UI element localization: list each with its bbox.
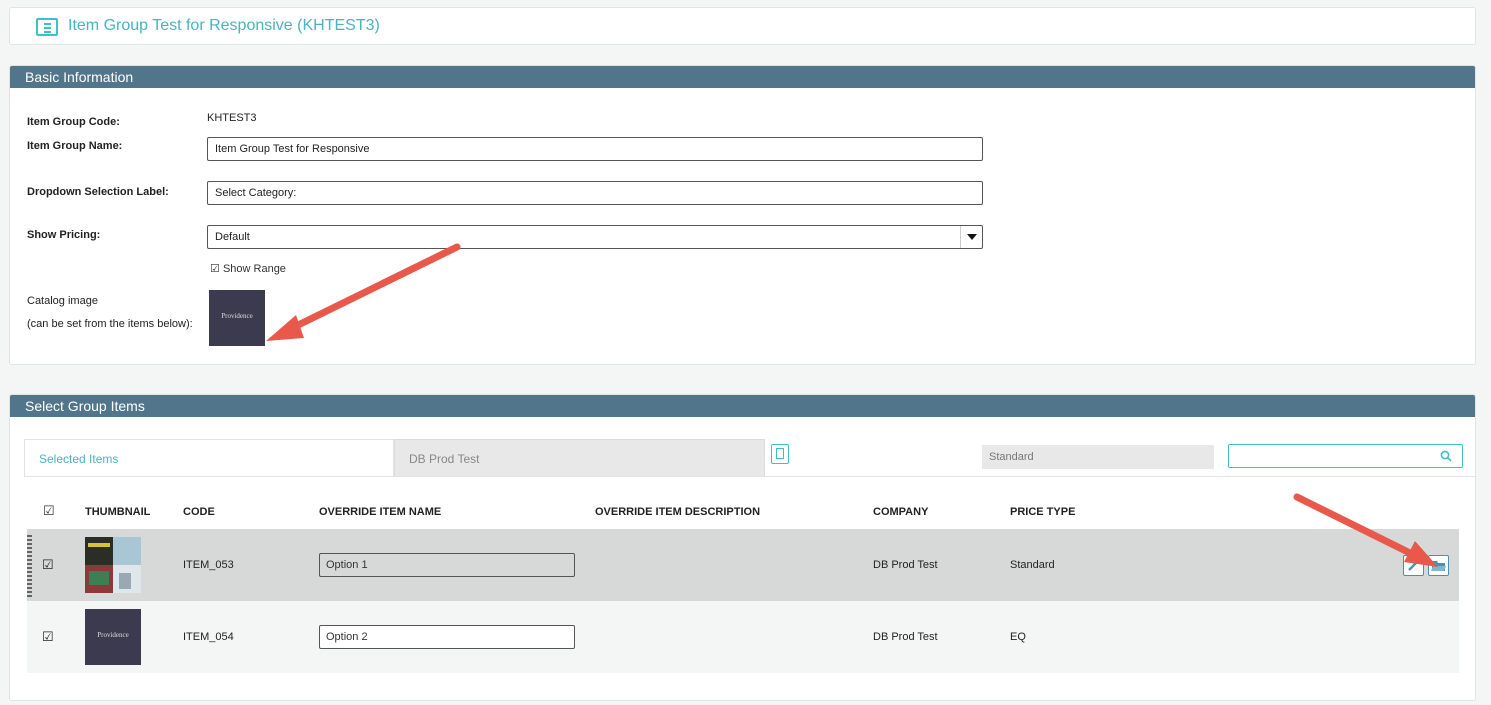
row-company: DB Prod Test	[873, 559, 938, 571]
catalog-image-note: (can be set from the items below):	[27, 318, 193, 330]
show-pricing-selected-value: Default	[215, 231, 250, 243]
override-name-input[interactable]: Option 1	[319, 553, 575, 577]
column-header-price-type: PRICE TYPE	[1010, 506, 1076, 518]
tablet-view-icon[interactable]	[771, 444, 789, 464]
price-type-filter[interactable]: Standard	[982, 445, 1214, 469]
catalog-image-label: Catalog image	[27, 295, 98, 307]
select-group-items-panel: Select Group Items Selected Items DB Pro…	[9, 394, 1476, 701]
row-thumbnail[interactable]	[85, 537, 141, 593]
select-all-checkbox[interactable]: ☑	[43, 503, 55, 519]
chevron-down-icon	[960, 226, 982, 248]
tab-divider	[24, 476, 1475, 477]
column-header-code: CODE	[183, 506, 215, 518]
row-code: ITEM_053	[183, 559, 234, 571]
providence-logo-text: Providence	[97, 631, 129, 639]
basic-information-header: Basic Information	[10, 66, 1475, 88]
catalog-image-thumbnail[interactable]: Providence	[209, 290, 265, 346]
tab-db-prod-test[interactable]: DB Prod Test	[394, 439, 765, 477]
pencil-icon	[1408, 561, 1418, 571]
table-row[interactable]: ☑ Providence ITEM_054 Option 2 DB Prod T…	[27, 601, 1459, 673]
row-price-type: Standard	[1010, 559, 1055, 571]
dropdown-selection-label: Dropdown Selection Label:	[27, 186, 169, 198]
column-header-thumbnail: THUMBNAIL	[85, 506, 151, 518]
column-header-override-description: OVERRIDE ITEM DESCRIPTION	[595, 506, 761, 518]
item-group-name-input[interactable]: Item Group Test for Responsive	[207, 137, 983, 161]
show-pricing-select[interactable]: Default	[207, 225, 983, 249]
row-price-type: EQ	[1010, 631, 1026, 643]
item-group-code-label: Item Group Code:	[27, 116, 120, 128]
search-input[interactable]	[1228, 444, 1463, 468]
row-thumbnail[interactable]: Providence	[85, 609, 141, 665]
column-header-override-name: OVERRIDE ITEM NAME	[319, 506, 442, 518]
folder-open-icon	[1431, 561, 1446, 571]
row-checkbox[interactable]: ☑	[42, 629, 54, 645]
row-company: DB Prod Test	[873, 631, 938, 643]
search-icon	[1440, 450, 1452, 462]
checkbox-checked-icon: ☑	[210, 263, 220, 275]
select-group-items-header: Select Group Items	[10, 395, 1475, 417]
show-range-checkbox[interactable]: ☑ Show Range	[210, 262, 286, 275]
set-catalog-image-button[interactable]	[1428, 555, 1449, 576]
show-range-label: Show Range	[222, 263, 286, 275]
row-checkbox[interactable]: ☑	[42, 557, 54, 573]
override-name-input[interactable]: Option 2	[319, 625, 575, 649]
show-pricing-label: Show Pricing:	[27, 229, 101, 241]
table-row[interactable]: ☑ ITEM_053 Option 1 DB Prod Test Standar…	[27, 529, 1459, 601]
tab-selected-items[interactable]: Selected Items	[24, 439, 394, 477]
edit-button[interactable]	[1403, 555, 1424, 576]
page-title: Item Group Test for Responsive (KHTEST3)	[68, 17, 380, 34]
dropdown-selection-label-input[interactable]: Select Category:	[207, 181, 983, 205]
row-code: ITEM_054	[183, 631, 234, 643]
page-header: Item Group Test for Responsive (KHTEST3)	[9, 7, 1476, 45]
column-header-company: COMPANY	[873, 506, 929, 518]
basic-information-panel: Basic Information Item Group Code: KHTES…	[9, 65, 1476, 365]
item-group-name-label: Item Group Name:	[27, 140, 123, 152]
drag-handle[interactable]	[27, 535, 32, 599]
list-icon	[36, 18, 58, 36]
item-group-code-value: KHTEST3	[207, 112, 257, 124]
providence-logo-text: Providence	[221, 312, 253, 320]
